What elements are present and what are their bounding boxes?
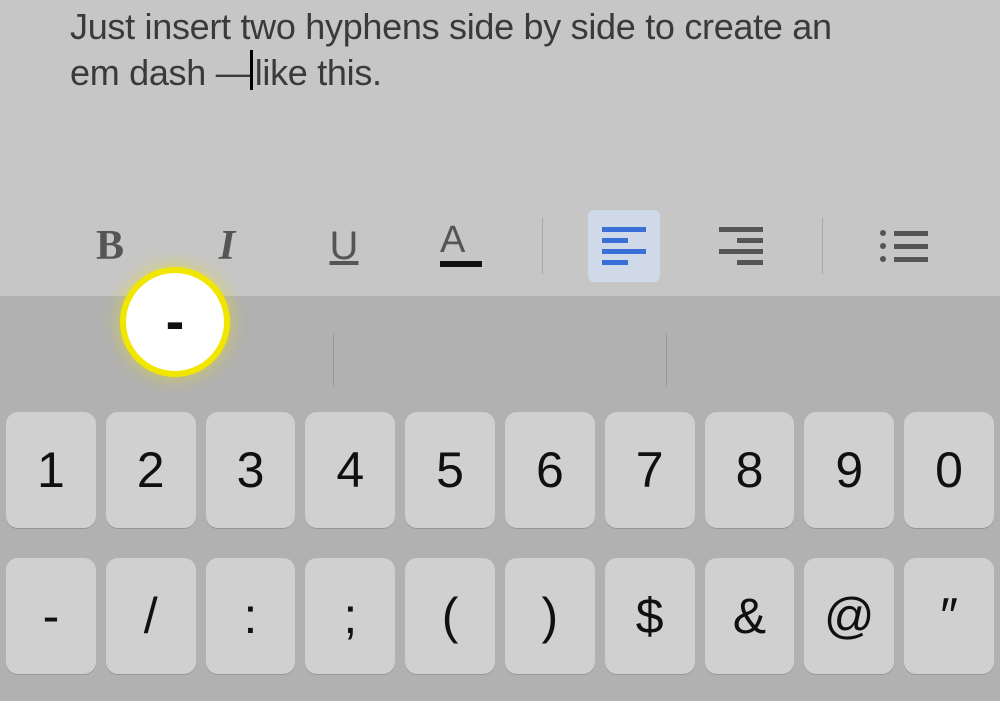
key-double-prime[interactable]: ″ xyxy=(904,558,994,674)
toolbar-separator xyxy=(542,218,543,274)
key-4[interactable]: 4 xyxy=(305,412,395,528)
doc-line-1: Just insert two hyphens side by side to … xyxy=(70,6,832,47)
underline-button[interactable]: U xyxy=(308,210,380,282)
underline-icon: U xyxy=(330,224,359,269)
em-dash: — xyxy=(216,50,250,96)
italic-icon: I xyxy=(219,222,235,270)
key-dollar[interactable]: $ xyxy=(605,558,695,674)
key-open-paren[interactable]: ( xyxy=(405,558,495,674)
key-ampersand[interactable]: & xyxy=(705,558,795,674)
key-hyphen[interactable]: - xyxy=(6,558,96,674)
key-at[interactable]: @ xyxy=(804,558,894,674)
suggestion-separator xyxy=(666,334,667,386)
bullet-list-button[interactable] xyxy=(868,210,940,282)
document-area[interactable]: Just insert two hyphens side by side to … xyxy=(0,0,1000,196)
key-2[interactable]: 2 xyxy=(106,412,196,528)
key-colon[interactable]: : xyxy=(206,558,296,674)
key-close-paren[interactable]: ) xyxy=(505,558,595,674)
doc-line-2-after: like this. xyxy=(255,52,382,93)
suggestion-separator xyxy=(333,334,334,386)
text-cursor xyxy=(250,50,253,90)
align-right-button[interactable] xyxy=(705,210,777,282)
key-3[interactable]: 3 xyxy=(206,412,296,528)
text-color-button[interactable]: A xyxy=(425,210,497,282)
keyboard-row-numbers: 1 2 3 4 5 6 7 8 9 0 xyxy=(0,412,1000,528)
hyphen-callout-char: - xyxy=(166,288,185,353)
text-color-icon: A xyxy=(440,225,482,267)
key-0[interactable]: 0 xyxy=(904,412,994,528)
key-6[interactable]: 6 xyxy=(505,412,595,528)
bullet-list-icon xyxy=(880,230,928,262)
key-8[interactable]: 8 xyxy=(705,412,795,528)
align-right-icon xyxy=(719,227,763,265)
key-slash[interactable]: / xyxy=(106,558,196,674)
keyboard-row-symbols: - / : ; ( ) $ & @ ″ xyxy=(0,558,1000,674)
key-9[interactable]: 9 xyxy=(804,412,894,528)
align-left-button[interactable] xyxy=(588,210,660,282)
key-1[interactable]: 1 xyxy=(6,412,96,528)
hyphen-callout: - xyxy=(120,267,230,377)
bold-icon: B xyxy=(96,222,124,270)
doc-line-2-before: em dash xyxy=(70,52,216,93)
bold-button[interactable]: B xyxy=(74,210,146,282)
toolbar-separator xyxy=(822,218,823,274)
key-5[interactable]: 5 xyxy=(405,412,495,528)
key-7[interactable]: 7 xyxy=(605,412,695,528)
key-semicolon[interactable]: ; xyxy=(305,558,395,674)
align-left-icon xyxy=(602,227,646,265)
italic-button[interactable]: I xyxy=(191,210,263,282)
document-text[interactable]: Just insert two hyphens side by side to … xyxy=(70,4,930,98)
